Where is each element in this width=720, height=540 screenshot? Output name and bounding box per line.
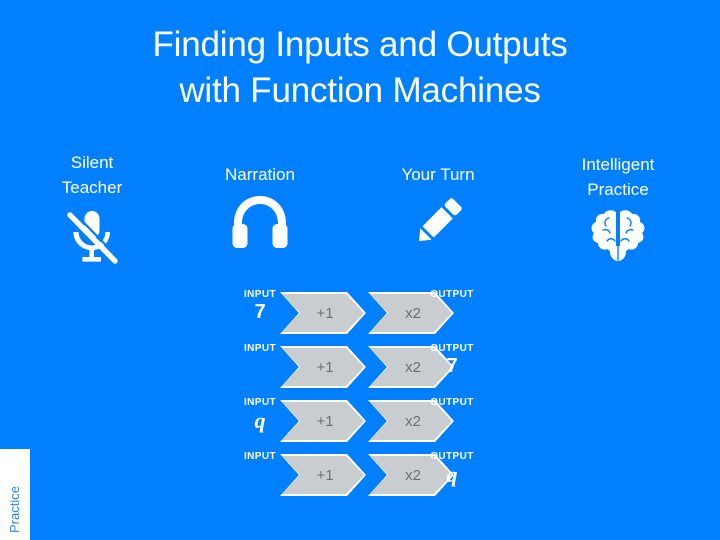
output-value: q [446,462,458,487]
pencil-icon [368,193,508,256]
table-row: INPUT +1 x2 OUTPUT 7 [228,342,496,396]
function-machine-rows: INPUT 7 +1 x2 OUTPUT INPUT +1 x2 OUTPUT … [228,288,496,504]
phase-label-silent-teacher: Silent Teacher [61,153,123,197]
machine-op-label: +1 [316,466,334,484]
row-output-1: OUTPUT [414,288,490,324]
title-line-2: with Function Machines [179,71,541,110]
machine-op-label: +1 [316,358,334,376]
phase-silent-teacher: Silent Teacher [22,150,162,273]
table-row: INPUT 7 +1 x2 OUTPUT [228,288,496,342]
table-row: INPUT +1 x2 OUTPUT q [228,450,496,504]
title-line-1: Finding Inputs and Outputs [152,25,568,64]
phase-label-narration: Narration [225,165,295,184]
table-row: INPUT q +1 x2 OUTPUT [228,396,496,450]
brain-icon [548,208,688,269]
practice-tab[interactable]: Practice [0,449,30,540]
machine-op-label: +1 [316,412,334,430]
phase-narration: Narration [190,162,330,256]
output-value [414,301,490,324]
practice-tab-label: Practice [7,486,22,533]
row-output-2: OUTPUT 7 [414,342,490,378]
phase-label-your-turn: Your Turn [401,165,475,184]
row-output-3: OUTPUT [414,396,490,432]
row-output-4: OUTPUT q [414,450,490,486]
phase-your-turn: Your Turn [368,162,508,256]
output-label: OUTPUT [430,397,474,408]
machine-op-label: +1 [316,304,334,322]
output-label: OUTPUT [430,343,474,354]
output-value: 7 [446,355,458,377]
phase-label-intelligent-practice: Intelligent Practice [581,155,655,199]
phase-intelligent-practice: Intelligent Practice [548,152,688,269]
microphone-muted-icon [22,206,162,273]
slide-canvas: Finding Inputs and Outputs with Function… [0,0,720,540]
output-value [414,409,490,432]
output-label: OUTPUT [430,289,474,300]
page-title: Finding Inputs and Outputs with Function… [0,22,720,114]
headphones-icon [190,193,330,256]
